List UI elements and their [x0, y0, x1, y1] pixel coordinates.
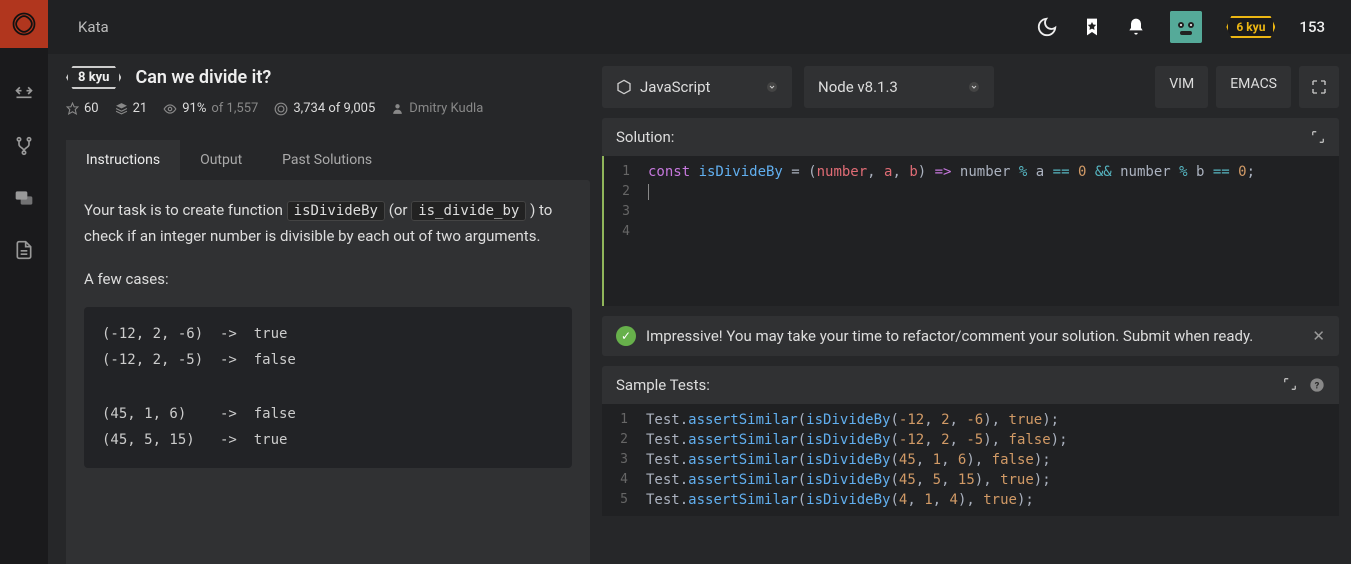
- js-icon: [616, 79, 632, 95]
- chat-icon[interactable]: [12, 186, 36, 210]
- fullscreen-button[interactable]: [1299, 66, 1339, 108]
- stat-completed: 3,734 of 9,005: [274, 101, 375, 116]
- close-icon[interactable]: ✕: [1312, 327, 1325, 345]
- author[interactable]: Dmitry Kudla: [391, 101, 483, 116]
- expand-icon[interactable]: [1311, 130, 1325, 144]
- avatar[interactable]: [1170, 11, 1202, 43]
- docs-icon[interactable]: [12, 238, 36, 262]
- svg-text:?: ?: [1315, 380, 1320, 391]
- tab-instructions[interactable]: Instructions: [66, 140, 180, 180]
- shuffle-icon[interactable]: [12, 82, 36, 106]
- logo[interactable]: [0, 0, 48, 48]
- expand-icon[interactable]: [1283, 377, 1297, 391]
- chevron-down-icon: [766, 81, 778, 93]
- bookmark-icon[interactable]: [1082, 17, 1102, 37]
- stat-collections[interactable]: 21: [115, 101, 148, 116]
- emacs-button[interactable]: EMACS: [1216, 66, 1291, 108]
- logo-icon: [10, 10, 38, 38]
- topbar: Kata 6 kyu 153: [48, 0, 1351, 54]
- stat-stars[interactable]: 60: [66, 101, 99, 116]
- target-icon: [274, 102, 288, 116]
- honor-score: 153: [1299, 18, 1325, 36]
- panel-tabs: Instructions Output Past Solutions: [66, 140, 590, 180]
- example-code: (-12, 2, -6) -> true (-12, 2, -5) -> fal…: [84, 307, 572, 468]
- kata-rank-badge: 8 kyu: [66, 66, 121, 89]
- solution-code-area[interactable]: 1234 const isDivideBy = (number, a, b) =…: [602, 156, 1339, 306]
- user-icon: [391, 102, 404, 115]
- tests-label: Sample Tests:: [616, 376, 710, 394]
- language-dropdown[interactable]: JavaScript: [602, 66, 792, 108]
- kata-stats: 60 21 91% of 1,557 3,: [66, 101, 590, 116]
- tests-code-area[interactable]: 12345 Test.assertSimilar(isDivideBy(-12,…: [602, 404, 1339, 516]
- help-icon[interactable]: ?: [1309, 377, 1325, 393]
- git-merge-icon[interactable]: [12, 134, 36, 158]
- stat-success: 91% of 1,557: [163, 101, 258, 116]
- bell-icon[interactable]: [1126, 17, 1146, 37]
- eye-icon: [163, 102, 177, 116]
- theme-toggle-icon[interactable]: [1036, 16, 1058, 38]
- chevron-down-icon: [968, 81, 980, 93]
- left-panel: 8 kyu Can we divide it? 60 21: [60, 66, 590, 564]
- layers-icon: [115, 102, 128, 115]
- tab-past[interactable]: Past Solutions: [262, 140, 392, 180]
- solution-editor: Solution: 1234 const isDivideBy = (numbe…: [602, 118, 1339, 306]
- vim-button[interactable]: VIM: [1155, 66, 1208, 108]
- version-dropdown[interactable]: Node v8.1.3: [804, 66, 994, 108]
- right-panel: JavaScript Node v8.1.3 VIM EMACS: [602, 66, 1339, 564]
- check-icon: ✓: [616, 326, 636, 346]
- left-sidebar: [0, 0, 48, 564]
- kata-title: Can we divide it?: [135, 67, 271, 88]
- user-rank-badge: 6 kyu: [1226, 16, 1275, 38]
- fullscreen-icon: [1311, 79, 1327, 95]
- tab-output[interactable]: Output: [180, 140, 262, 180]
- topbar-tab-kata[interactable]: Kata: [64, 0, 123, 54]
- tests-editor: Sample Tests: ? 12345 Test.assertSimilar…: [602, 366, 1339, 516]
- success-message: ✓ Impressive! You may take your time to …: [602, 316, 1339, 356]
- instructions-panel: Your task is to create function isDivide…: [66, 180, 590, 564]
- star-icon: [66, 102, 79, 115]
- solution-label: Solution:: [616, 128, 674, 146]
